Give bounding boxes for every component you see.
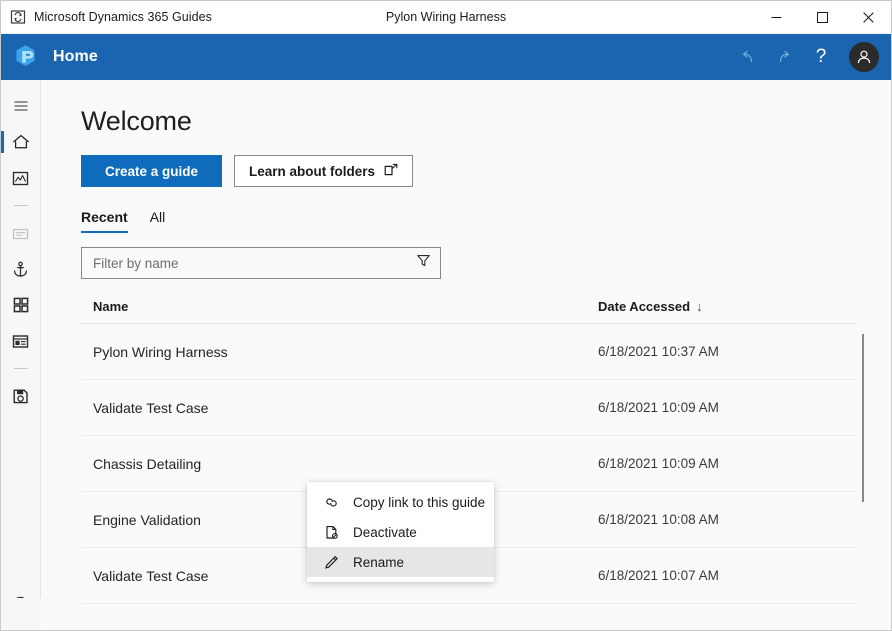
window-controls (753, 1, 891, 34)
tab-recent[interactable]: Recent (81, 209, 128, 233)
menu-item-deactivate-label: Deactivate (353, 524, 417, 540)
text-caption-icon (12, 228, 29, 239)
learn-about-folders-button[interactable]: Learn about folders (234, 155, 414, 187)
menu-item-deactivate[interactable]: Deactivate (307, 517, 494, 547)
redo-icon (779, 50, 790, 63)
column-header-name-label: Name (93, 299, 129, 314)
sidebar-item-home[interactable] (1, 124, 41, 160)
cell-name: Pylon Wiring Harness (93, 343, 228, 360)
application-window: Microsoft Dynamics 365 Guides Pylon Wiri… (0, 0, 892, 631)
table-scrollbar-thumb[interactable] (862, 334, 864, 502)
anchor-icon (13, 261, 28, 277)
dynamics-guides-icon (10, 9, 26, 25)
home-icon (12, 134, 29, 149)
maximize-icon (816, 12, 828, 23)
rail-divider-1 (13, 205, 28, 206)
filter-field[interactable] (81, 247, 441, 279)
learn-about-folders-label: Learn about folders (249, 163, 376, 179)
tab-all[interactable]: All (150, 209, 166, 233)
pencil-icon (323, 554, 340, 571)
column-header-date-accessed[interactable]: Date Accessed ↓ (598, 299, 838, 314)
app-header-bar: Home ? (1, 34, 891, 80)
table-header-row: Name Date Accessed ↓ (81, 299, 856, 324)
menu-item-rename-label: Rename (353, 554, 405, 570)
sort-descending-icon: ↓ (696, 299, 703, 314)
content-tabs: Recent All (81, 209, 891, 233)
open-external-icon (384, 163, 398, 180)
maximize-button[interactable] (799, 1, 845, 34)
menu-item-copy-link[interactable]: Copy link to this guide (307, 487, 494, 517)
action-button-row: Create a guide Learn about folders (81, 155, 891, 187)
sidebar-item-text[interactable] (1, 215, 41, 251)
document-deactivate-icon (323, 524, 340, 541)
help-button[interactable]: ? (803, 39, 839, 75)
page-title: Home (53, 48, 98, 65)
guides-logo-icon (11, 42, 41, 72)
cell-date: 6/18/2021 10:09 AM (598, 456, 719, 471)
filter-by-name-input[interactable] (93, 255, 416, 271)
card-layout-icon (12, 334, 29, 348)
row-context-menu: Copy link to this guide Deactivate Renam… (307, 482, 494, 582)
column-header-name[interactable]: Name (93, 299, 598, 314)
save-icon (13, 389, 28, 403)
sidebar-item-anchor[interactable] (1, 251, 41, 287)
menu-icon (14, 101, 27, 111)
cell-date: 6/18/2021 10:09 AM (598, 400, 719, 415)
undo-button[interactable] (731, 39, 765, 75)
table-row[interactable]: Validate Test Case 6/18/2021 10:09 AM (81, 380, 856, 436)
redo-button[interactable] (767, 39, 801, 75)
left-rail-navigation (1, 80, 41, 630)
user-avatar-icon (857, 50, 871, 64)
rail-divider-2 (13, 368, 28, 369)
main-content-area: Welcome Create a guide Learn about folde… (41, 80, 891, 630)
sidebar-item-media[interactable] (1, 160, 41, 196)
cell-date: 6/18/2021 10:07 AM (598, 568, 719, 583)
title-bar-left: Microsoft Dynamics 365 Guides (1, 9, 212, 25)
sidebar-item-apps[interactable] (1, 287, 41, 323)
close-icon (862, 12, 874, 23)
cell-date: 6/18/2021 10:37 AM (598, 344, 719, 359)
minimize-button[interactable] (753, 1, 799, 34)
app-name-label: Microsoft Dynamics 365 Guides (34, 10, 212, 24)
app-header-actions: ? (731, 34, 879, 80)
sidebar-item-save[interactable] (1, 378, 41, 414)
cell-date: 6/18/2021 10:08 AM (598, 512, 719, 527)
sidebar-item-menu[interactable] (1, 88, 41, 124)
sidebar-item-layout[interactable] (1, 323, 41, 359)
rail-info-footer (1, 598, 41, 630)
body-container: Welcome Create a guide Learn about folde… (1, 80, 891, 630)
column-header-date-label: Date Accessed (598, 299, 691, 314)
close-button[interactable] (845, 1, 891, 34)
media-image-icon (12, 171, 29, 185)
filter-icon[interactable] (416, 253, 431, 273)
minimize-icon (771, 17, 781, 18)
undo-icon (742, 50, 753, 63)
create-guide-button[interactable]: Create a guide (81, 155, 222, 187)
table-row[interactable]: Pylon Wiring Harness 6/18/2021 10:37 AM (81, 324, 856, 380)
table-scrollbar[interactable] (862, 334, 864, 584)
title-bar: Microsoft Dynamics 365 Guides Pylon Wiri… (1, 1, 891, 34)
link-icon (323, 494, 340, 511)
apps-grid-icon (13, 297, 28, 313)
cell-name: Chassis Detailing (93, 455, 202, 472)
menu-item-copy-link-label: Copy link to this guide (353, 494, 486, 510)
avatar[interactable] (849, 42, 879, 72)
welcome-heading: Welcome (81, 106, 192, 136)
menu-item-rename[interactable]: Rename (307, 547, 494, 577)
cell-name: Validate Test Case (93, 399, 209, 416)
